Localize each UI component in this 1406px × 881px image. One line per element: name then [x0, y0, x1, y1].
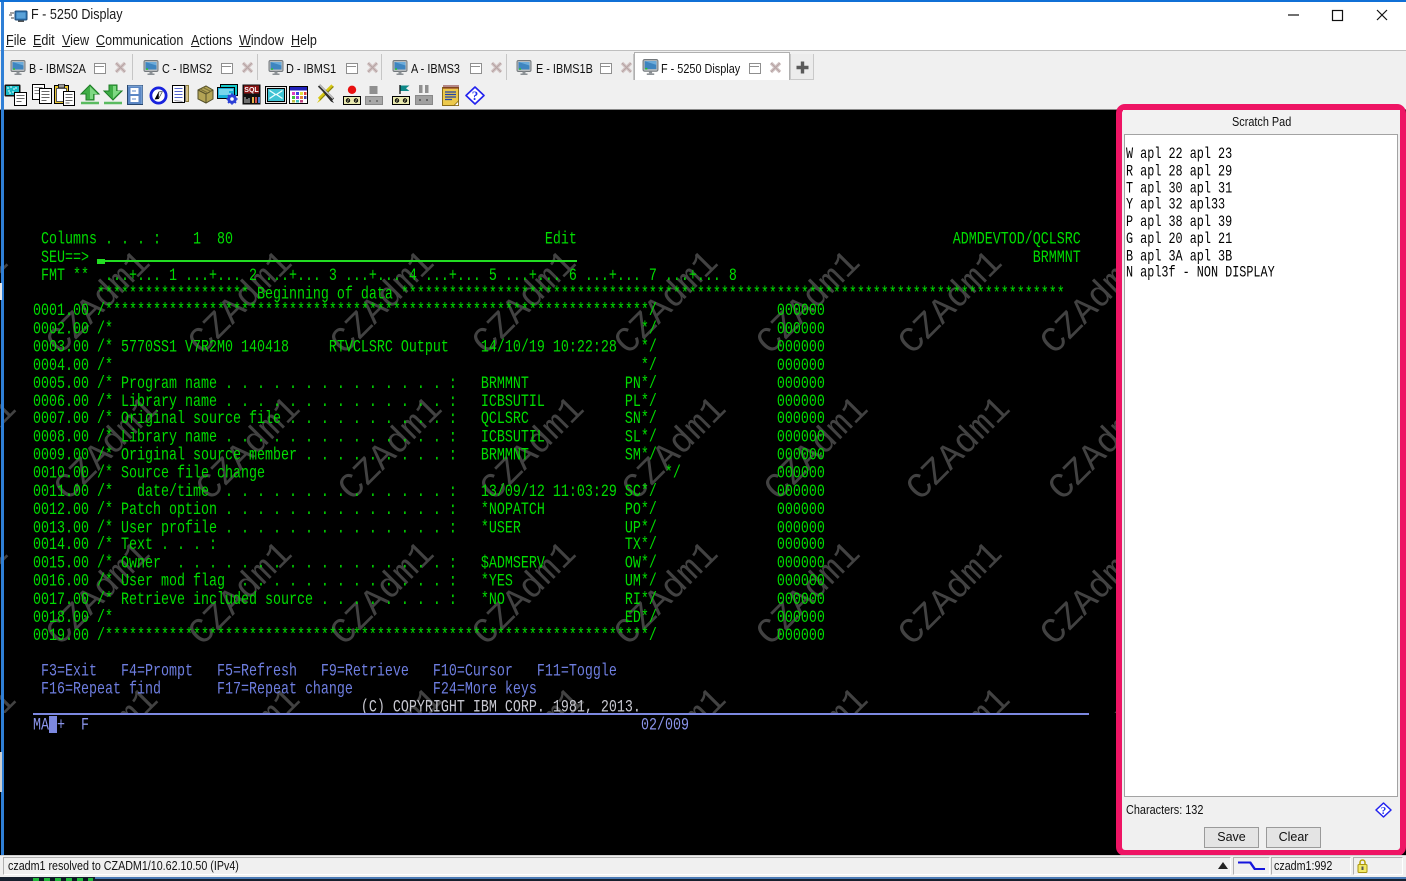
- svg-text:?: ?: [1381, 805, 1387, 817]
- svg-text:?: ?: [472, 88, 479, 103]
- svg-text:SQL: SQL: [244, 87, 259, 94]
